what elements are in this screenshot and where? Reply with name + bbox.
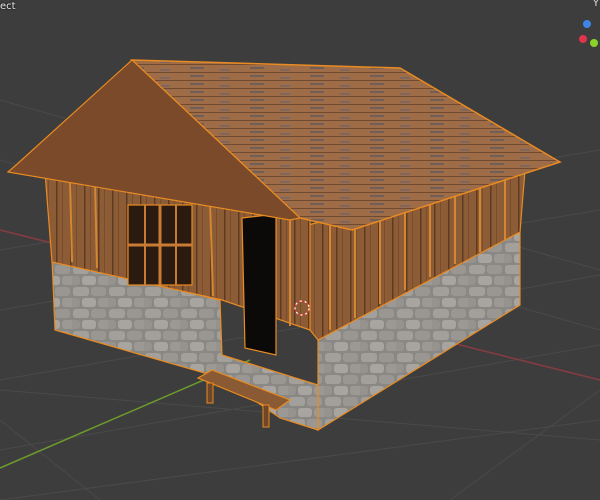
cabin-object[interactable] xyxy=(6,59,562,432)
doorway xyxy=(241,213,277,356)
gizmo-x-axis-icon[interactable] xyxy=(579,35,587,43)
window xyxy=(127,204,193,286)
viewport-mode-label: ect xyxy=(0,1,16,12)
gizmo-z-axis-icon[interactable] xyxy=(583,20,591,28)
navigation-gizmo[interactable]: Y xyxy=(579,0,600,54)
scene-canvas[interactable] xyxy=(0,0,600,500)
gizmo-axis-label: Y xyxy=(592,0,599,9)
gizmo-y-axis-icon[interactable] xyxy=(590,39,598,47)
3d-viewport[interactable]: ect Y xyxy=(0,0,600,500)
